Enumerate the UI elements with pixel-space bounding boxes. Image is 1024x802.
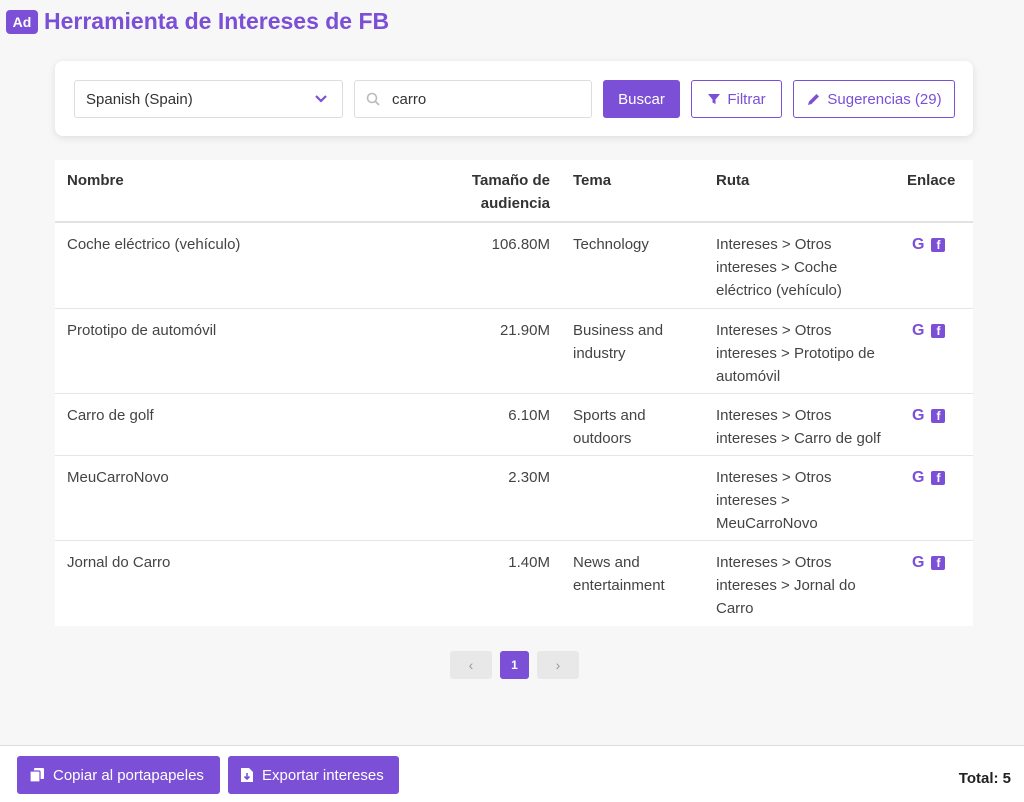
- row-links: G f: [912, 408, 946, 424]
- chevron-down-icon: [315, 95, 327, 103]
- row-links: G f: [912, 323, 946, 339]
- ruta-line: Intereses > Otros: [716, 469, 832, 486]
- row-links: G f: [912, 470, 946, 486]
- export-button[interactable]: Exportar intereses: [228, 756, 399, 794]
- filter-icon: [708, 94, 721, 104]
- facebook-icon[interactable]: f: [931, 409, 946, 423]
- header-size-line2: audiencia: [480, 195, 550, 212]
- header-tema: Tema: [573, 172, 612, 189]
- file-download-icon: [241, 768, 253, 782]
- search-query: carro: [392, 90, 427, 108]
- pagination: ‹ 1 ›: [450, 651, 579, 679]
- search-panel: Spanish (Spain) carro Buscar Filtrar Sug…: [55, 61, 973, 136]
- table-row: Coche eléctrico (vehículo) 106.80M Techn…: [55, 223, 973, 309]
- table-row: Carro de golf 6.10M Sports and outdoors …: [55, 394, 973, 456]
- prev-page-button[interactable]: ‹: [450, 651, 492, 679]
- table-row: Prototipo de automóvil 21.90M Business a…: [55, 309, 973, 394]
- ruta-line: intereses > Carro de golf: [716, 430, 881, 447]
- google-icon[interactable]: G: [912, 555, 924, 571]
- ruta-line: intereses >: [716, 492, 790, 509]
- ruta-line: intereses > Coche: [716, 259, 838, 276]
- facebook-icon[interactable]: f: [931, 324, 946, 338]
- tema-line: Business and: [573, 322, 664, 339]
- google-icon[interactable]: G: [912, 408, 924, 424]
- table-row: Jornal do Carro 1.40M News and entertain…: [55, 541, 973, 626]
- tema-line: entertainment: [573, 577, 665, 594]
- facebook-icon[interactable]: f: [931, 238, 946, 252]
- footer-bar: Copiar al portapapeles Exportar interese…: [0, 745, 1024, 802]
- total-count: Total: 5: [958, 770, 1011, 787]
- header-size-line1: Tamaño de: [471, 172, 550, 189]
- tema-line: outdoors: [573, 430, 632, 447]
- page-1-button[interactable]: 1: [500, 651, 529, 679]
- ruta-line: Carro: [716, 600, 754, 617]
- copy-icon: [29, 768, 44, 783]
- row-name: Jornal do Carro: [67, 554, 171, 571]
- suggestions-label: Sugerencias (29): [827, 90, 942, 108]
- google-icon[interactable]: G: [912, 237, 924, 253]
- row-size: 2.30M: [508, 469, 550, 486]
- ruta-line: intereses > Prototipo de: [716, 345, 875, 362]
- row-name: MeuCarroNovo: [67, 469, 169, 486]
- header-enlace: Enlace: [907, 172, 956, 189]
- copy-label: Copiar al portapapeles: [53, 766, 204, 784]
- filter-button[interactable]: Filtrar: [691, 80, 782, 118]
- ruta-line: Intereses > Otros: [716, 554, 832, 571]
- row-size: 1.40M: [508, 554, 550, 571]
- facebook-icon[interactable]: f: [931, 556, 946, 570]
- tema-line: Sports and: [573, 407, 646, 424]
- row-tema: News and entertainment: [573, 551, 698, 597]
- google-icon[interactable]: G: [912, 323, 924, 339]
- interests-table: Nombre Tamaño de audiencia Tema Ruta Enl…: [55, 160, 973, 626]
- copy-clipboard-button[interactable]: Copiar al portapapeles: [17, 756, 220, 794]
- tema-line: News and: [573, 554, 640, 571]
- row-ruta: Intereses > Otros intereses > Jornal do …: [716, 551, 906, 620]
- search-icon: [366, 92, 380, 106]
- table-header: Nombre Tamaño de audiencia Tema Ruta Enl…: [55, 160, 973, 223]
- ruta-line: Intereses > Otros: [716, 236, 832, 253]
- tema-line: industry: [573, 345, 626, 362]
- ruta-line: intereses > Jornal do: [716, 577, 856, 594]
- search-input[interactable]: carro: [354, 80, 592, 118]
- table-row: MeuCarroNovo 2.30M Intereses > Otros int…: [55, 456, 973, 541]
- app-header: Ad Herramienta de Intereses de FB: [6, 8, 389, 35]
- row-name: Coche eléctrico (vehículo): [67, 236, 241, 253]
- row-ruta: Intereses > Otros intereses > Prototipo …: [716, 319, 906, 388]
- header-ruta: Ruta: [716, 172, 750, 189]
- filter-label: Filtrar: [727, 90, 766, 108]
- row-tema: Sports and outdoors: [573, 404, 698, 450]
- pencil-icon: [808, 93, 820, 105]
- suggestions-button[interactable]: Sugerencias (29): [793, 80, 955, 118]
- facebook-icon[interactable]: f: [931, 471, 946, 485]
- language-value: Spanish (Spain): [86, 90, 193, 108]
- row-ruta: Intereses > Otros intereses > Carro de g…: [716, 404, 906, 450]
- header-size: Tamaño de audiencia: [450, 169, 550, 215]
- row-name: Prototipo de automóvil: [67, 322, 217, 339]
- ruta-line: Intereses > Otros: [716, 322, 832, 339]
- row-name: Carro de golf: [67, 407, 154, 424]
- row-links: G f: [912, 237, 946, 253]
- row-ruta: Intereses > Otros intereses > MeuCarroNo…: [716, 466, 906, 535]
- row-size: 6.10M: [508, 407, 550, 424]
- next-page-button[interactable]: ›: [537, 651, 579, 679]
- language-select[interactable]: Spanish (Spain): [74, 80, 343, 118]
- row-tema: Business and industry: [573, 319, 698, 365]
- page-title: Herramienta de Intereses de FB: [44, 8, 390, 34]
- row-size: 106.80M: [491, 236, 550, 253]
- search-button[interactable]: Buscar: [603, 80, 680, 118]
- row-ruta: Intereses > Otros intereses > Coche eléc…: [716, 233, 906, 302]
- ruta-line: Intereses > Otros: [716, 407, 832, 424]
- row-tema: Technology: [573, 236, 649, 253]
- row-size: 21.90M: [499, 322, 550, 339]
- row-links: G f: [912, 555, 946, 571]
- ad-logo: Ad: [6, 9, 38, 34]
- ruta-line: MeuCarroNovo: [716, 515, 818, 532]
- google-icon[interactable]: G: [912, 470, 924, 486]
- ruta-line: automóvil: [716, 368, 781, 385]
- ruta-line: eléctrico (vehículo): [716, 282, 842, 299]
- header-name: Nombre: [67, 172, 124, 189]
- export-label: Exportar intereses: [262, 766, 384, 784]
